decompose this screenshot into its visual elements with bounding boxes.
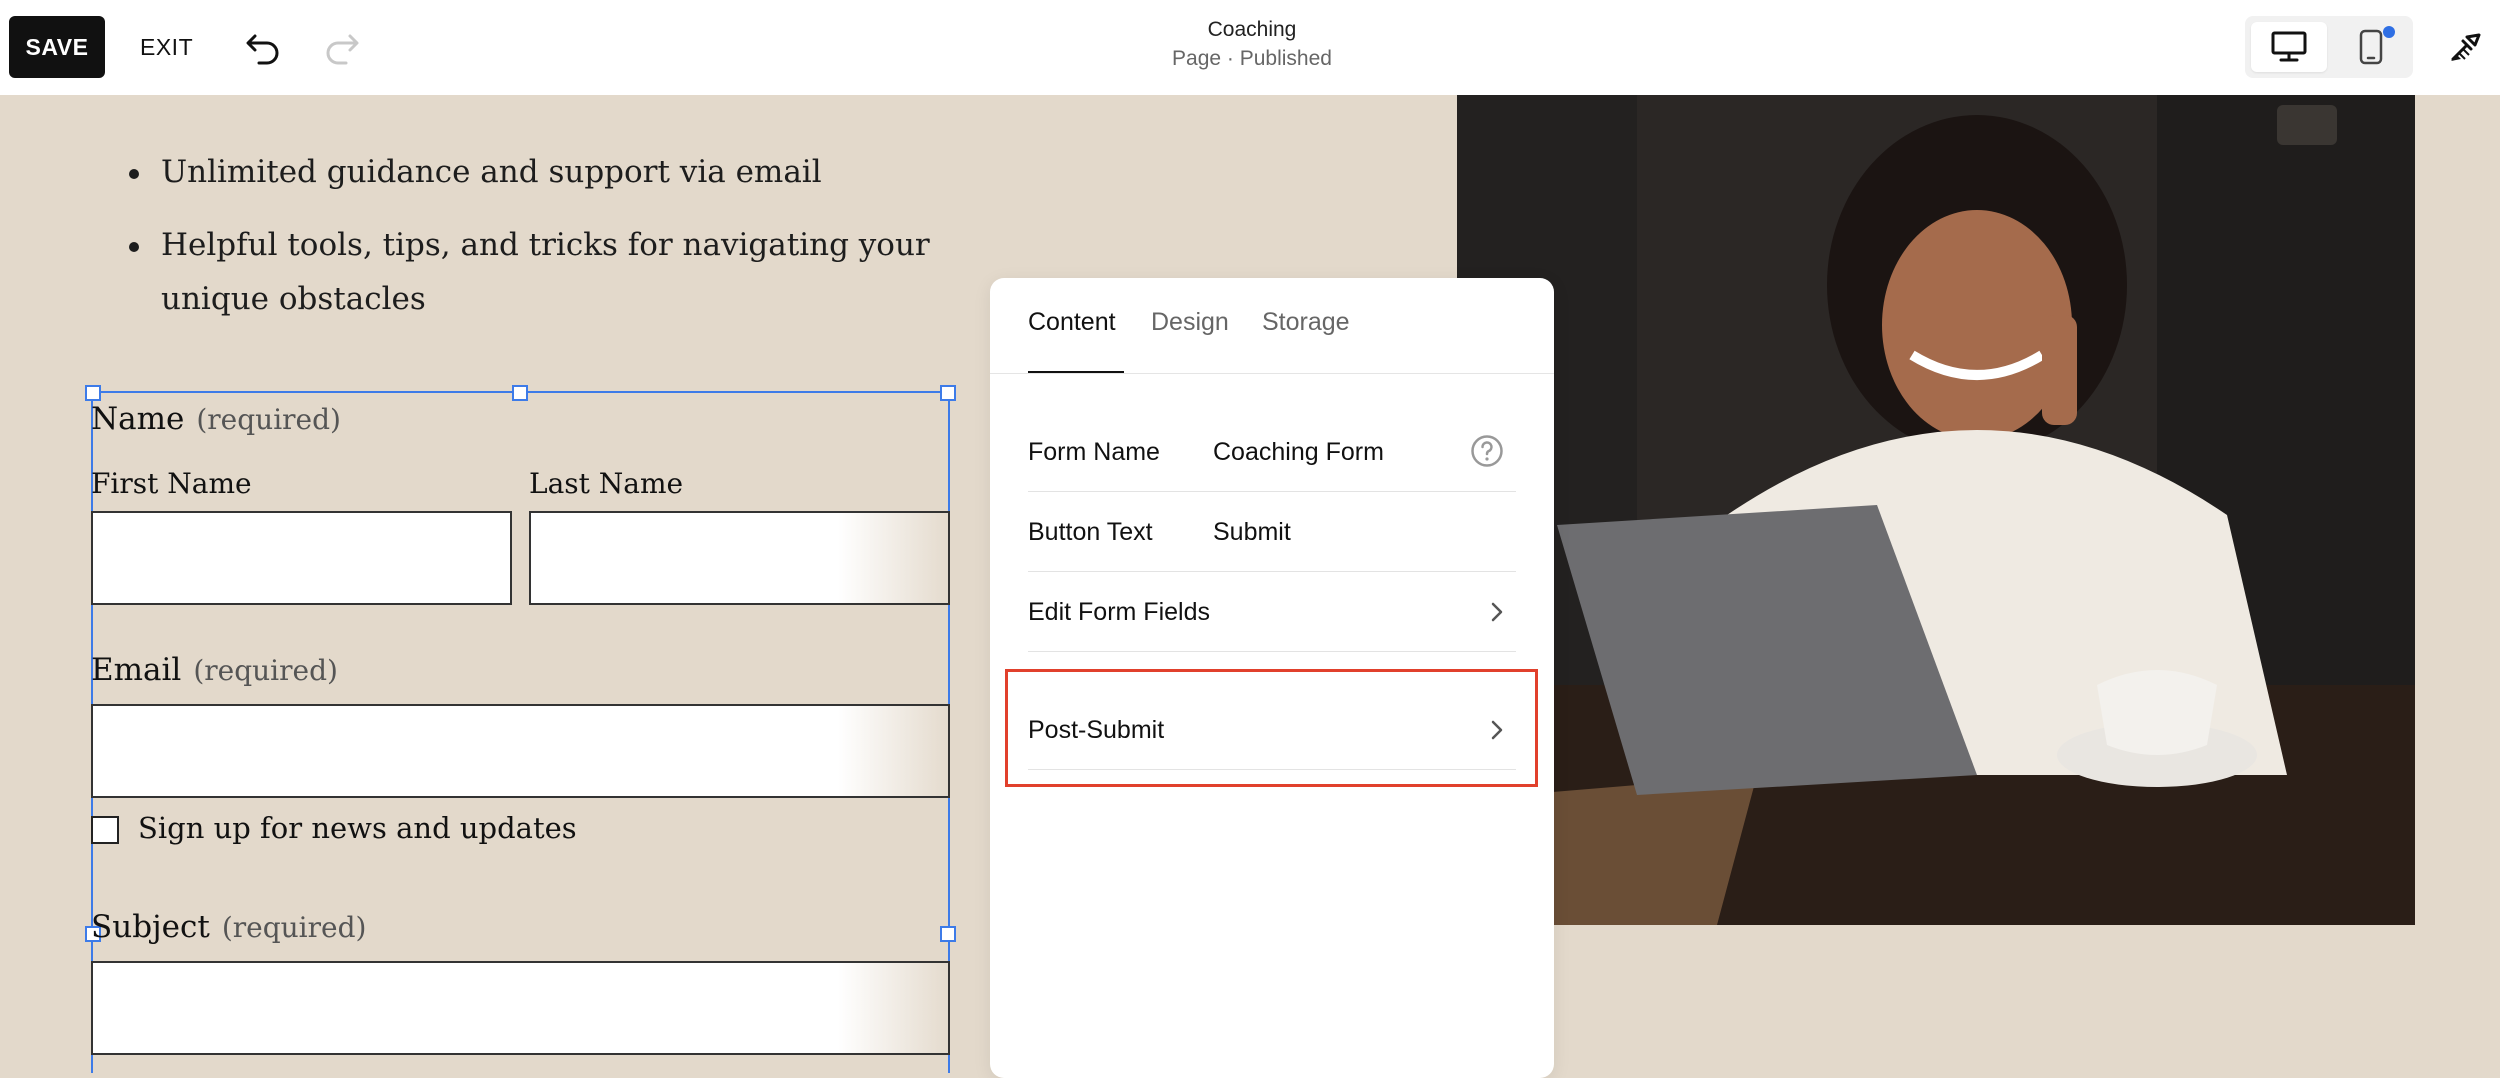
resize-handle[interactable] xyxy=(512,385,528,401)
first-name-input[interactable] xyxy=(91,511,512,605)
form-name-value[interactable]: Coaching Form xyxy=(1213,438,1384,467)
name-field-label: Name (required) xyxy=(91,401,341,437)
divider xyxy=(990,373,1554,374)
exit-button[interactable]: EXIT xyxy=(140,16,193,78)
button-text-label: Button Text xyxy=(1028,518,1153,546)
post-submit-row[interactable]: Post-Submit xyxy=(1028,690,1516,770)
undo-icon[interactable] xyxy=(243,26,285,68)
chevron-right-icon xyxy=(1488,718,1506,742)
coaching-photo xyxy=(1457,95,2415,925)
subject-input[interactable] xyxy=(91,961,950,1055)
last-name-label: Last Name xyxy=(529,467,684,500)
resize-handle[interactable] xyxy=(85,385,101,401)
button-text-value[interactable]: Submit xyxy=(1213,518,1291,547)
mobile-icon[interactable] xyxy=(2333,22,2409,72)
post-submit-label: Post-Submit xyxy=(1028,716,1165,744)
newsletter-checkbox-label: Sign up for news and updates xyxy=(138,811,577,845)
top-toolbar: SAVE EXIT Coaching Page · Published xyxy=(0,0,2500,95)
email-input[interactable] xyxy=(91,704,950,798)
edit-form-fields-row[interactable]: Edit Form Fields xyxy=(1028,572,1516,652)
view-toggle xyxy=(2245,16,2413,78)
first-name-label: First Name xyxy=(91,467,252,500)
bullet-item: Helpful tools, tips, and tricks for navi… xyxy=(125,218,1021,326)
bullet-item: Unlimited guidance and support via email xyxy=(125,145,822,199)
fade-overlay xyxy=(838,706,948,796)
last-name-input[interactable] xyxy=(529,511,950,605)
desktop-icon[interactable] xyxy=(2251,22,2327,72)
contact-form-block[interactable]: Name (required) First Name Last Name Emai… xyxy=(85,385,956,1073)
page-title-area: Coaching Page · Published xyxy=(1052,18,1452,71)
newsletter-checkbox[interactable] xyxy=(91,816,119,844)
save-button[interactable]: SAVE xyxy=(9,16,105,78)
form-settings-panel: Content Design Storage Form Name Coachin… xyxy=(990,278,1554,1078)
form-name-label: Form Name xyxy=(1028,438,1160,466)
tab-storage[interactable]: Storage xyxy=(1262,308,1350,337)
tab-design[interactable]: Design xyxy=(1151,308,1229,337)
notification-dot xyxy=(2383,26,2395,38)
resize-handle[interactable] xyxy=(940,385,956,401)
edit-form-fields-label: Edit Form Fields xyxy=(1028,598,1210,626)
help-icon[interactable] xyxy=(1470,434,1504,468)
email-field-label: Email (required) xyxy=(91,652,338,688)
page-status: Page · Published xyxy=(1172,47,1332,70)
form-name-row[interactable]: Form Name Coaching Form xyxy=(1028,412,1516,492)
photo-illustration xyxy=(1457,95,2415,925)
button-text-row[interactable]: Button Text Submit xyxy=(1028,492,1516,572)
redo-icon[interactable] xyxy=(320,26,362,68)
fade-overlay xyxy=(838,963,948,1053)
subject-field-label: Subject (required) xyxy=(91,909,367,945)
fade-overlay xyxy=(838,513,948,603)
page-title: Coaching xyxy=(1207,18,1297,41)
resize-handle[interactable] xyxy=(940,926,956,942)
chevron-right-icon xyxy=(1488,600,1506,624)
design-brush-icon[interactable] xyxy=(2440,22,2490,72)
tab-content[interactable]: Content xyxy=(1028,308,1116,337)
